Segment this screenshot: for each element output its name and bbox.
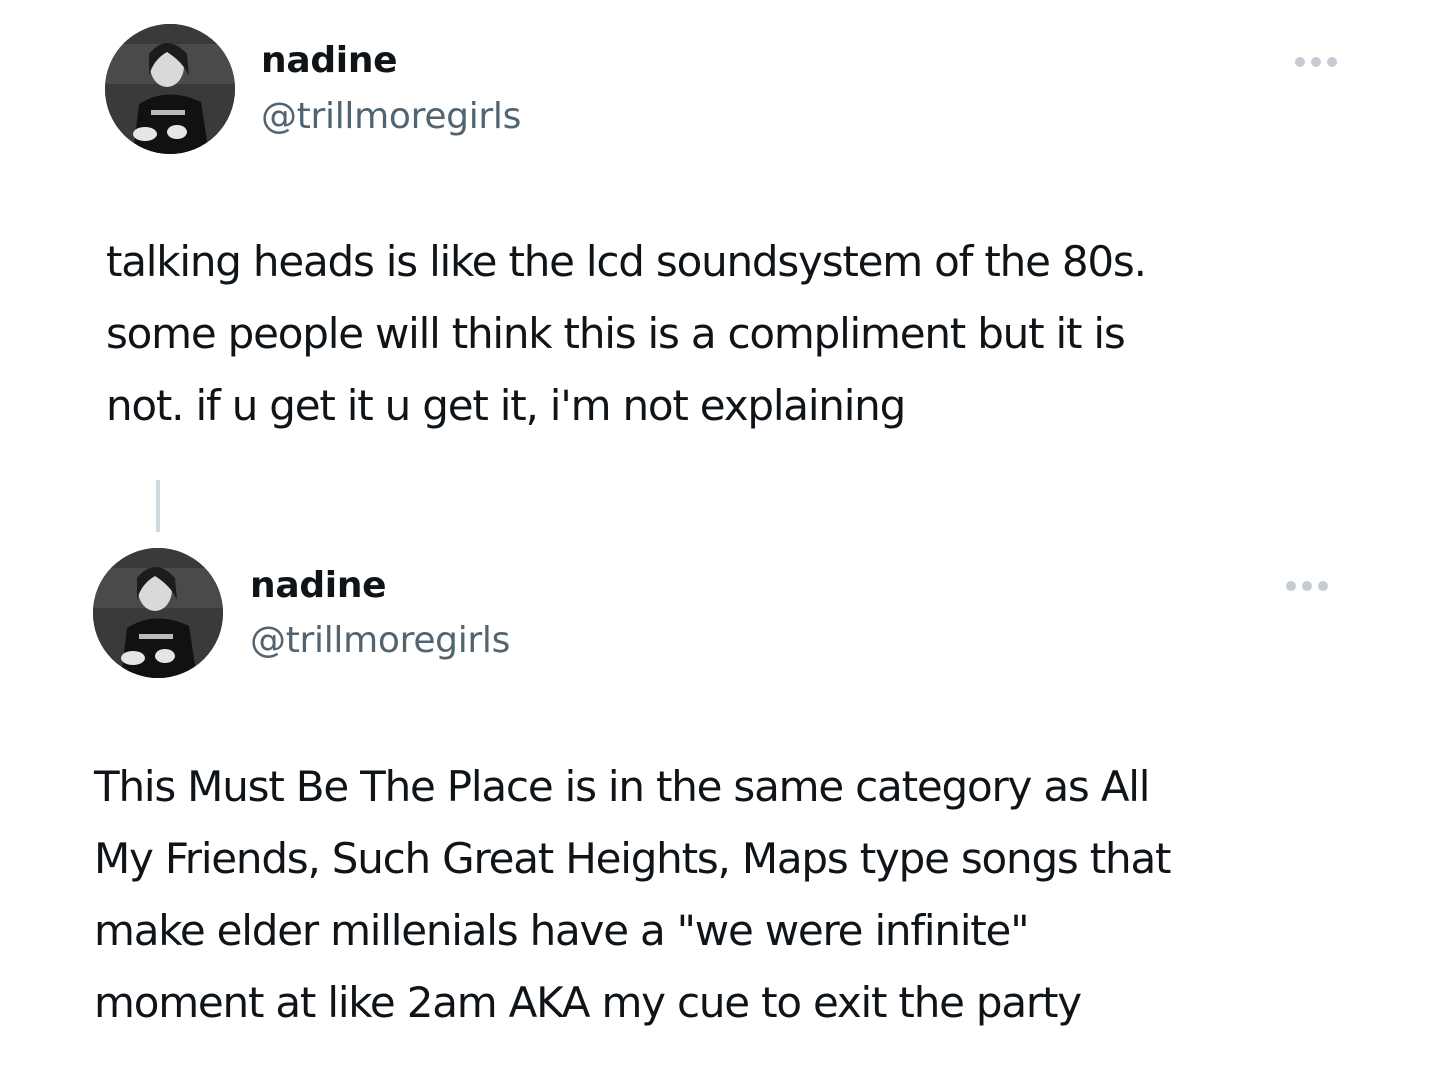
tweet-text: talking heads is like the lcd soundsyste…: [106, 226, 1147, 442]
thread-connector-line: [156, 480, 160, 532]
tweet-text-line: This Must Be The Place is in the same ca…: [94, 762, 1150, 811]
avatar[interactable]: [105, 24, 235, 154]
tweet-text-line: not. if u get it u get it, i'm not expla…: [106, 381, 906, 430]
display-name[interactable]: nadine: [250, 565, 387, 606]
profile-photo-icon: [93, 548, 223, 678]
more-options-ellipsis-icon[interactable]: [1286, 576, 1336, 596]
more-options-ellipsis-icon[interactable]: [1295, 52, 1345, 72]
display-name[interactable]: nadine: [261, 40, 398, 81]
tweet-text-line: some people will think this is a complim…: [106, 309, 1126, 358]
tweet-text-line: talking heads is like the lcd soundsyste…: [106, 237, 1147, 286]
user-handle[interactable]: @trillmoregirls: [250, 620, 510, 661]
avatar[interactable]: [93, 548, 223, 678]
tweet-text-line: make elder millenials have a "we were in…: [94, 906, 1030, 955]
profile-photo-icon: [105, 24, 235, 154]
tweet-text: This Must Be The Place is in the same ca…: [94, 751, 1171, 1039]
tweet-text-line: My Friends, Such Great Heights, Maps typ…: [94, 834, 1171, 883]
tweet-text-line: moment at like 2am AKA my cue to exit th…: [94, 978, 1082, 1027]
user-handle[interactable]: @trillmoregirls: [261, 96, 521, 137]
